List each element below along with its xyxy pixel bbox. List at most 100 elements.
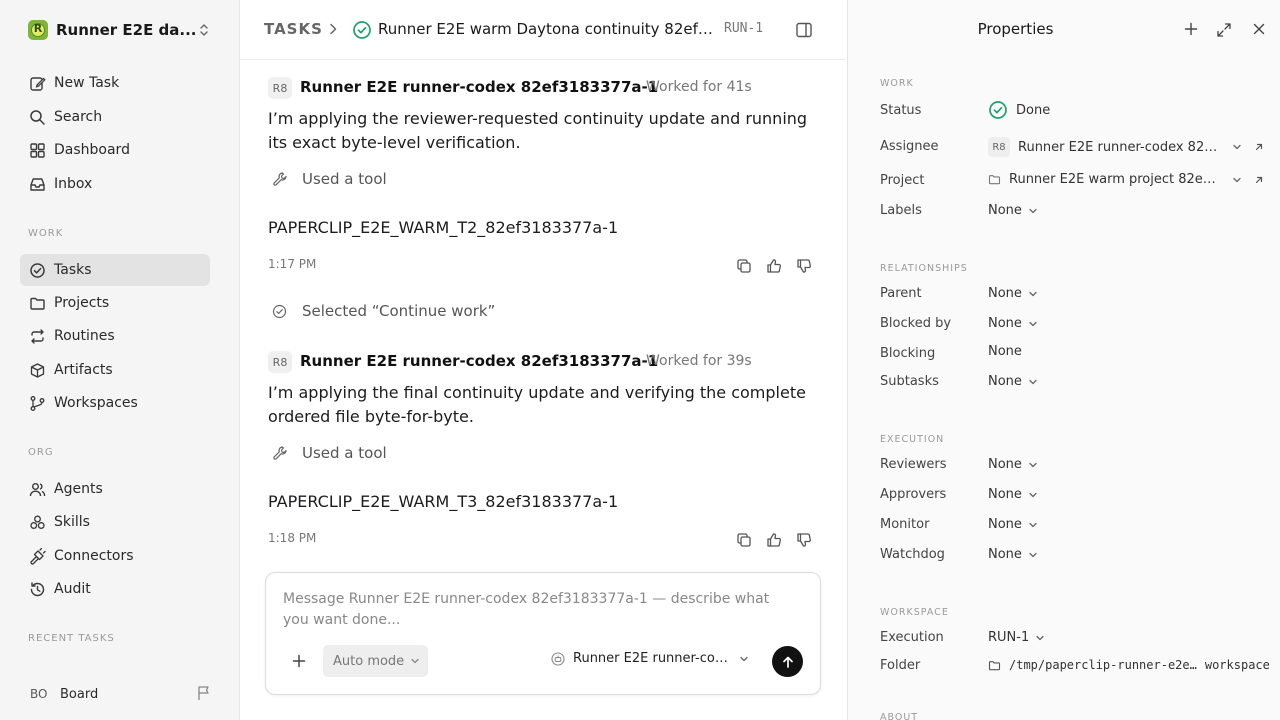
nav-audit[interactable]: Audit: [20, 573, 210, 605]
add-attachment-icon[interactable]: [292, 654, 306, 668]
nav-label: Connectors: [54, 548, 134, 564]
folder-icon: [28, 294, 46, 312]
subtasks-value[interactable]: None: [988, 374, 1038, 389]
copy-icon[interactable]: [736, 258, 752, 274]
project-name: Runner E2E warm project 82ef3183377a-1: [1009, 172, 1216, 187]
reviewers-value[interactable]: None: [988, 457, 1038, 472]
nav-search[interactable]: Search: [20, 101, 210, 133]
blocking-value: None: [988, 344, 1022, 359]
expand-icon[interactable]: [1216, 22, 1232, 38]
external-link-icon[interactable]: [1254, 175, 1264, 185]
message-output: PAPERCLIP_E2E_WARM_T3_82ef3183377a-1: [268, 492, 619, 511]
flag-icon[interactable]: [196, 685, 212, 701]
message-meta: Worked for 41s: [646, 79, 752, 95]
message-feed[interactable]: R8 Runner E2E runner-codex 82ef3183377a-…: [240, 60, 846, 570]
nav-label: Artifacts: [54, 362, 113, 378]
status-done-icon: [988, 100, 1008, 120]
thumbs-down-icon[interactable]: [796, 258, 812, 274]
plug-icon: [28, 547, 46, 565]
search-icon: [28, 108, 46, 126]
message-composer[interactable]: Message Runner E2E runner-codex 82ef3183…: [265, 572, 821, 695]
folder-icon: [988, 173, 1001, 186]
folder-value[interactable]: /tmp/paperclip-runner-e2e… workspace: [988, 658, 1270, 672]
mode-label: Auto mode: [333, 653, 405, 669]
chevron-updown-icon[interactable]: [198, 22, 210, 38]
approvers-text: None: [988, 487, 1022, 502]
nav-new-task[interactable]: New Task: [20, 67, 210, 99]
nav-projects[interactable]: Projects: [20, 287, 210, 319]
message-author: Runner E2E runner-codex 82ef3183377a-1: [300, 78, 659, 96]
workspace-switcher[interactable]: R Runner E2E da...: [28, 19, 214, 41]
status-done-icon: [352, 20, 372, 40]
board-label: Board: [60, 686, 99, 702]
branch-icon: [28, 394, 46, 412]
chevron-down-icon: [1232, 176, 1242, 184]
nav-agents[interactable]: Agents: [20, 473, 210, 505]
task-title: Runner E2E warm Daytona continuity 82ef3…: [378, 20, 718, 38]
chevron-down-icon: [1232, 143, 1242, 151]
status-value[interactable]: Done: [988, 100, 1050, 120]
tool-call-row[interactable]: Used a tool: [272, 170, 387, 188]
chevron-down-icon: [1035, 634, 1045, 642]
close-icon[interactable]: [1252, 22, 1266, 36]
nav-artifacts[interactable]: Artifacts: [20, 354, 210, 386]
section-label-work: WORK: [28, 228, 64, 239]
assignee-value[interactable]: R8 Runner E2E runner-codex 82ef3183377a-…: [988, 137, 1264, 157]
copy-icon[interactable]: [736, 532, 752, 548]
nav-label: Projects: [54, 295, 110, 311]
watchdog-value[interactable]: None: [988, 547, 1038, 562]
workspace-logo: R: [28, 20, 48, 40]
message-input[interactable]: Message Runner E2E runner-codex 82ef3183…: [283, 589, 793, 631]
agent-select[interactable]: Runner E2E runner-codex 82ef3183377a-1: [551, 651, 749, 666]
approvers-value[interactable]: None: [988, 487, 1038, 502]
nav-dashboard[interactable]: Dashboard: [20, 134, 210, 166]
blocked-by-value[interactable]: None: [988, 316, 1038, 331]
board-row[interactable]: BO Board: [30, 684, 214, 704]
nav-label: Agents: [54, 481, 103, 497]
panel-toggle-icon[interactable]: [795, 21, 813, 39]
breadcrumb-tasks[interactable]: TASKS: [264, 20, 323, 38]
watchdog-label: Watchdog: [880, 547, 945, 562]
project-value[interactable]: Runner E2E warm project 82ef3183377a-1: [988, 172, 1264, 187]
execution-label: Execution: [880, 630, 944, 645]
repeat-icon: [28, 327, 46, 345]
section-work: WORK: [880, 78, 914, 89]
nav-label: Dashboard: [54, 142, 130, 158]
chevron-down-icon: [1028, 491, 1038, 499]
plus-icon[interactable]: [1184, 22, 1198, 36]
task-header: TASKS Runner E2E warm Daytona continuity…: [240, 0, 846, 60]
nav-tasks[interactable]: Tasks: [20, 254, 210, 286]
mode-select[interactable]: Auto mode: [323, 645, 428, 677]
thumbs-up-icon[interactable]: [766, 532, 782, 548]
chevron-down-icon: [1028, 521, 1038, 529]
watchdog-text: None: [988, 547, 1022, 562]
run-id: RUN-1: [724, 21, 764, 36]
properties-title: Properties: [977, 20, 1054, 38]
sidebar: R Runner E2E da... New Task Search Dashb…: [0, 0, 240, 720]
section-relationships: RELATIONSHIPS: [880, 263, 968, 274]
box-icon: [28, 361, 46, 379]
nav-label: Tasks: [54, 262, 92, 278]
circle-check-icon: [28, 261, 46, 279]
execution-value[interactable]: RUN-1: [988, 630, 1045, 645]
chevron-down-icon: [1028, 378, 1038, 386]
nav-workspaces[interactable]: Workspaces: [20, 387, 210, 419]
nav-connectors[interactable]: Connectors: [20, 540, 210, 572]
parent-value[interactable]: None: [988, 286, 1038, 301]
nav-label: Inbox: [54, 176, 93, 192]
tool-call-row[interactable]: Used a tool: [272, 444, 387, 462]
folder-suffix: workspace: [1204, 658, 1270, 672]
nav-routines[interactable]: Routines: [20, 320, 210, 352]
nav-inbox[interactable]: Inbox: [20, 168, 210, 200]
monitor-value[interactable]: None: [988, 517, 1038, 532]
message-time: 1:18 PM: [268, 531, 317, 545]
send-button[interactable]: [772, 646, 803, 677]
external-link-icon[interactable]: [1254, 142, 1264, 152]
avatar: R8: [268, 77, 292, 99]
execution-text: RUN-1: [988, 630, 1030, 645]
status-text: Done: [1016, 102, 1051, 118]
thumbs-up-icon[interactable]: [766, 258, 782, 274]
thumbs-down-icon[interactable]: [796, 532, 812, 548]
labels-value[interactable]: None: [988, 203, 1038, 218]
nav-skills[interactable]: Skills: [20, 506, 210, 538]
